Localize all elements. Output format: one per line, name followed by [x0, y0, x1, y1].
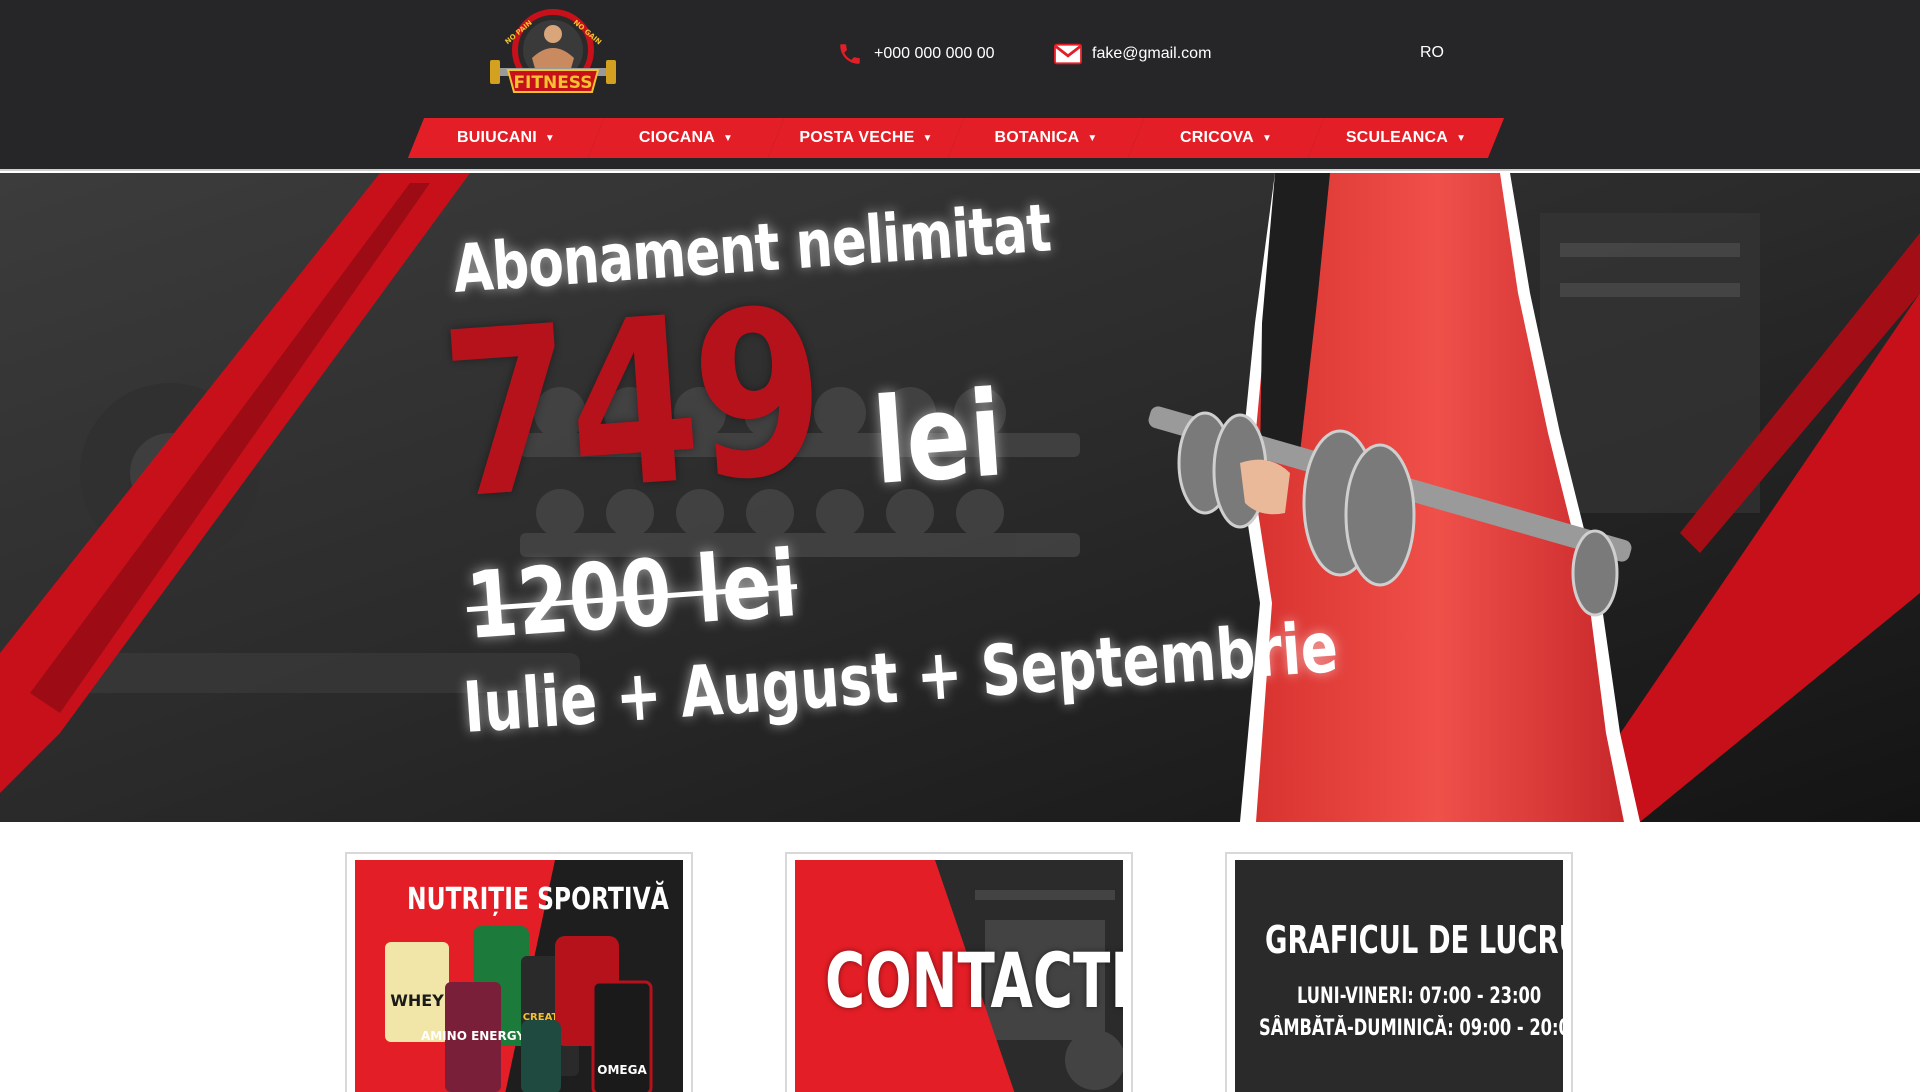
nav-item-ciocana[interactable]: CIOCANA ▼	[587, 118, 785, 158]
schedule-title: GRAFICUL DE LUCRU	[1265, 918, 1563, 962]
promo-banner[interactable]: Abonament nelimitat 749 lei 1200 lei Iul…	[0, 173, 1920, 822]
old-price: 1200 lei	[463, 530, 801, 660]
schedule-weekdays: LUNI-VINERI: 07:00 - 23:00	[1297, 984, 1542, 1009]
promo-price: 749	[434, 258, 828, 550]
caret-down-icon: ▼	[1456, 132, 1467, 144]
nav-item-label: SCULEANCA	[1345, 129, 1449, 146]
nav-item-label: CRICOVA	[1179, 129, 1254, 146]
nav-item-buiucani[interactable]: BUIUCANI ▼	[407, 118, 605, 158]
site-header: FITNESS NO PAIN NO GAIN +000 000 000 00 …	[0, 0, 1920, 171]
nutrition-card[interactable]: WHEY AMINO ENERGY CREATINE OMEGA NUTRIȚI…	[345, 852, 693, 1092]
nav-item-botanica[interactable]: BOTANICA ▼	[947, 118, 1145, 158]
nav-item-posta-veche[interactable]: POSTA VECHE ▼	[767, 118, 965, 158]
email-address: fake@gmail.com	[1092, 45, 1212, 62]
fitness-logo[interactable]: FITNESS NO PAIN NO GAIN	[486, 8, 620, 102]
nutrition-title: NUTRIȚIE SPORTIVĂ	[407, 882, 669, 917]
nav-item-sculeanca[interactable]: SCULEANCA ▼	[1307, 118, 1505, 158]
phone-number: +000 000 000 00	[874, 45, 995, 62]
nav-item-label: BUIUCANI	[457, 129, 537, 146]
nav-item-label: POSTA VECHE	[799, 129, 915, 146]
phone-contact[interactable]: +000 000 000 00	[836, 40, 995, 68]
promo-currency: lei	[869, 364, 1008, 511]
caret-down-icon: ▼	[922, 132, 933, 144]
nav-item-label: BOTANICA	[994, 129, 1080, 146]
svg-text:FITNESS: FITNESS	[513, 73, 592, 93]
nav-item-cricova[interactable]: CRICOVA ▼	[1127, 118, 1325, 158]
language-switcher[interactable]: RO	[1420, 44, 1444, 62]
caret-down-icon: ▼	[1261, 132, 1273, 144]
caret-down-icon: ▼	[544, 132, 555, 144]
nav-item-label: CIOCANA	[638, 129, 715, 146]
contacts-title: CONTACTE	[825, 936, 1123, 1025]
svg-text:AMINO ENERGY: AMINO ENERGY	[421, 1029, 525, 1043]
svg-text:OMEGA: OMEGA	[597, 1063, 647, 1077]
contacts-card[interactable]: CONTACTE	[785, 852, 1133, 1092]
svg-text:WHEY: WHEY	[390, 991, 444, 1010]
envelope-icon	[1054, 40, 1082, 68]
caret-down-icon: ▼	[722, 132, 734, 144]
caret-down-icon: ▼	[1087, 132, 1098, 144]
schedule-weekend: SÂMBĂTĂ-DUMINICĂ: 09:00 - 20:00	[1259, 1016, 1563, 1041]
phone-icon	[836, 40, 864, 68]
schedule-card[interactable]: GRAFICUL DE LUCRU LUNI-VINERI: 07:00 - 2…	[1225, 852, 1573, 1092]
email-contact[interactable]: fake@gmail.com	[1054, 40, 1211, 68]
